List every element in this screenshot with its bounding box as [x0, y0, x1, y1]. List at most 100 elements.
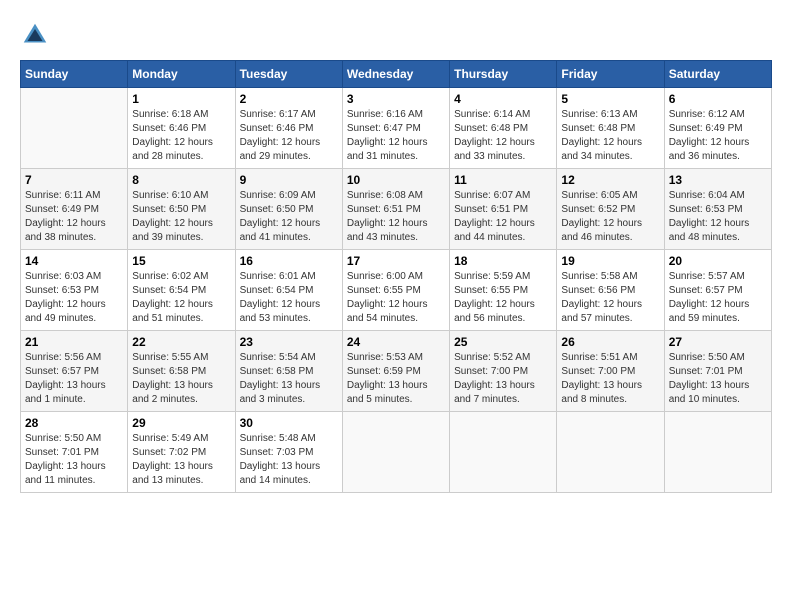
day-number: 22	[132, 335, 230, 349]
day-number: 1	[132, 92, 230, 106]
calendar-cell: 1 Sunrise: 6:18 AMSunset: 6:46 PMDaylight…	[128, 88, 235, 169]
day-info: Sunrise: 6:18 AMSunset: 6:46 PMDaylight:…	[132, 108, 230, 164]
day-info: Sunrise: 6:02 AMSunset: 6:54 PMDaylight:…	[132, 270, 230, 326]
day-number: 13	[669, 173, 767, 187]
day-info: Sunrise: 5:50 AMSunset: 7:01 PMDaylight:…	[25, 432, 123, 488]
day-info: Sunrise: 5:54 AMSunset: 6:58 PMDaylight:…	[240, 351, 338, 407]
day-number: 4	[454, 92, 552, 106]
calendar-cell: 9Sunrise: 6:09 AMSunset: 6:50 PMDaylight…	[235, 169, 342, 250]
day-info: Sunrise: 6:13 AMSunset: 6:48 PMDaylight:…	[561, 108, 659, 164]
logo	[20, 20, 54, 50]
day-number: 28	[25, 416, 123, 430]
calendar-cell: 3 Sunrise: 6:16 AMSunset: 6:47 PMDaylight…	[342, 88, 449, 169]
day-number: 3	[347, 92, 445, 106]
day-number: 15	[132, 254, 230, 268]
day-info: Sunrise: 6:04 AMSunset: 6:53 PMDaylight:…	[669, 189, 767, 245]
day-number: 21	[25, 335, 123, 349]
day-number: 27	[669, 335, 767, 349]
calendar-week-4: 21 Sunrise: 5:56 AMSunset: 6:57 PMDayligh…	[21, 331, 772, 412]
calendar-header-row: SundayMondayTuesdayWednesdayThursdayFrid…	[21, 61, 772, 88]
day-info: Sunrise: 6:07 AMSunset: 6:51 PMDaylight:…	[454, 189, 552, 245]
calendar-cell	[664, 412, 771, 493]
day-info: Sunrise: 6:16 AMSunset: 6:47 PMDaylight:…	[347, 108, 445, 164]
day-info: Sunrise: 5:59 AMSunset: 6:55 PMDaylight:…	[454, 270, 552, 326]
day-info: Sunrise: 6:05 AMSunset: 6:52 PMDaylight:…	[561, 189, 659, 245]
calendar-cell: 28 Sunrise: 5:50 AMSunset: 7:01 PMDayligh…	[21, 412, 128, 493]
calendar-cell: 20 Sunrise: 5:57 AMSunset: 6:57 PMDayligh…	[664, 250, 771, 331]
calendar-cell: 17 Sunrise: 6:00 AMSunset: 6:55 PMDayligh…	[342, 250, 449, 331]
calendar-header-monday: Monday	[128, 61, 235, 88]
day-info: Sunrise: 6:14 AMSunset: 6:48 PMDaylight:…	[454, 108, 552, 164]
logo-icon	[20, 20, 50, 50]
calendar-cell: 13 Sunrise: 6:04 AMSunset: 6:53 PMDayligh…	[664, 169, 771, 250]
calendar-week-2: 7 Sunrise: 6:11 AMSunset: 6:49 PMDaylight…	[21, 169, 772, 250]
calendar-cell: 14Sunrise: 6:03 AMSunset: 6:53 PMDayligh…	[21, 250, 128, 331]
calendar-header-sunday: Sunday	[21, 61, 128, 88]
day-number: 9	[240, 173, 338, 187]
day-number: 19	[561, 254, 659, 268]
calendar-cell: 4 Sunrise: 6:14 AMSunset: 6:48 PMDaylight…	[450, 88, 557, 169]
day-number: 16	[240, 254, 338, 268]
day-info: Sunrise: 5:57 AMSunset: 6:57 PMDaylight:…	[669, 270, 767, 326]
calendar-cell: 12 Sunrise: 6:05 AMSunset: 6:52 PMDayligh…	[557, 169, 664, 250]
calendar-cell: 26Sunrise: 5:51 AMSunset: 7:00 PMDayligh…	[557, 331, 664, 412]
day-info: Sunrise: 6:00 AMSunset: 6:55 PMDaylight:…	[347, 270, 445, 326]
calendar-cell	[21, 88, 128, 169]
calendar-cell: 2 Sunrise: 6:17 AMSunset: 6:46 PMDaylight…	[235, 88, 342, 169]
day-number: 17	[347, 254, 445, 268]
day-number: 18	[454, 254, 552, 268]
calendar-cell: 21 Sunrise: 5:56 AMSunset: 6:57 PMDayligh…	[21, 331, 128, 412]
page-header	[20, 20, 772, 50]
day-info: Sunrise: 5:56 AMSunset: 6:57 PMDaylight:…	[25, 351, 123, 407]
day-number: 20	[669, 254, 767, 268]
calendar-header-thursday: Thursday	[450, 61, 557, 88]
calendar-cell: 30 Sunrise: 5:48 AMSunset: 7:03 PMDayligh…	[235, 412, 342, 493]
day-number: 7	[25, 173, 123, 187]
calendar-cell: 10 Sunrise: 6:08 AMSunset: 6:51 PMDayligh…	[342, 169, 449, 250]
day-number: 29	[132, 416, 230, 430]
calendar-cell: 16 Sunrise: 6:01 AMSunset: 6:54 PMDayligh…	[235, 250, 342, 331]
calendar-cell: 18 Sunrise: 5:59 AMSunset: 6:55 PMDayligh…	[450, 250, 557, 331]
calendar-header-friday: Friday	[557, 61, 664, 88]
day-info: Sunrise: 5:48 AMSunset: 7:03 PMDaylight:…	[240, 432, 338, 488]
calendar-cell: 27 Sunrise: 5:50 AMSunset: 7:01 PMDayligh…	[664, 331, 771, 412]
day-info: Sunrise: 5:49 AMSunset: 7:02 PMDaylight:…	[132, 432, 230, 488]
calendar-cell: 22Sunrise: 5:55 AMSunset: 6:58 PMDayligh…	[128, 331, 235, 412]
calendar-header-wednesday: Wednesday	[342, 61, 449, 88]
day-number: 30	[240, 416, 338, 430]
day-number: 14	[25, 254, 123, 268]
day-info: Sunrise: 6:11 AMSunset: 6:49 PMDaylight:…	[25, 189, 123, 245]
day-number: 11	[454, 173, 552, 187]
calendar-header-tuesday: Tuesday	[235, 61, 342, 88]
calendar-week-1: 1 Sunrise: 6:18 AMSunset: 6:46 PMDaylight…	[21, 88, 772, 169]
calendar-cell: 6 Sunrise: 6:12 AMSunset: 6:49 PMDaylight…	[664, 88, 771, 169]
day-info: Sunrise: 5:53 AMSunset: 6:59 PMDaylight:…	[347, 351, 445, 407]
day-info: Sunrise: 5:50 AMSunset: 7:01 PMDaylight:…	[669, 351, 767, 407]
calendar-cell	[450, 412, 557, 493]
calendar-cell: 25Sunrise: 5:52 AMSunset: 7:00 PMDayligh…	[450, 331, 557, 412]
day-number: 12	[561, 173, 659, 187]
calendar-cell: 23 Sunrise: 5:54 AMSunset: 6:58 PMDayligh…	[235, 331, 342, 412]
day-number: 10	[347, 173, 445, 187]
day-number: 24	[347, 335, 445, 349]
calendar-cell: 8 Sunrise: 6:10 AMSunset: 6:50 PMDaylight…	[128, 169, 235, 250]
day-info: Sunrise: 5:51 AMSunset: 7:00 PMDaylight:…	[561, 351, 659, 407]
calendar-cell: 7 Sunrise: 6:11 AMSunset: 6:49 PMDaylight…	[21, 169, 128, 250]
calendar-cell: 11 Sunrise: 6:07 AMSunset: 6:51 PMDayligh…	[450, 169, 557, 250]
day-number: 8	[132, 173, 230, 187]
calendar-week-5: 28 Sunrise: 5:50 AMSunset: 7:01 PMDayligh…	[21, 412, 772, 493]
day-info: Sunrise: 6:10 AMSunset: 6:50 PMDaylight:…	[132, 189, 230, 245]
day-info: Sunrise: 6:01 AMSunset: 6:54 PMDaylight:…	[240, 270, 338, 326]
day-info: Sunrise: 6:08 AMSunset: 6:51 PMDaylight:…	[347, 189, 445, 245]
day-number: 6	[669, 92, 767, 106]
calendar-cell	[342, 412, 449, 493]
calendar-table: SundayMondayTuesdayWednesdayThursdayFrid…	[20, 60, 772, 493]
calendar-header-saturday: Saturday	[664, 61, 771, 88]
day-number: 2	[240, 92, 338, 106]
calendar-week-3: 14Sunrise: 6:03 AMSunset: 6:53 PMDayligh…	[21, 250, 772, 331]
day-info: Sunrise: 6:12 AMSunset: 6:49 PMDaylight:…	[669, 108, 767, 164]
day-info: Sunrise: 6:17 AMSunset: 6:46 PMDaylight:…	[240, 108, 338, 164]
day-info: Sunrise: 5:58 AMSunset: 6:56 PMDaylight:…	[561, 270, 659, 326]
calendar-cell: 5Sunrise: 6:13 AMSunset: 6:48 PMDaylight…	[557, 88, 664, 169]
day-number: 23	[240, 335, 338, 349]
